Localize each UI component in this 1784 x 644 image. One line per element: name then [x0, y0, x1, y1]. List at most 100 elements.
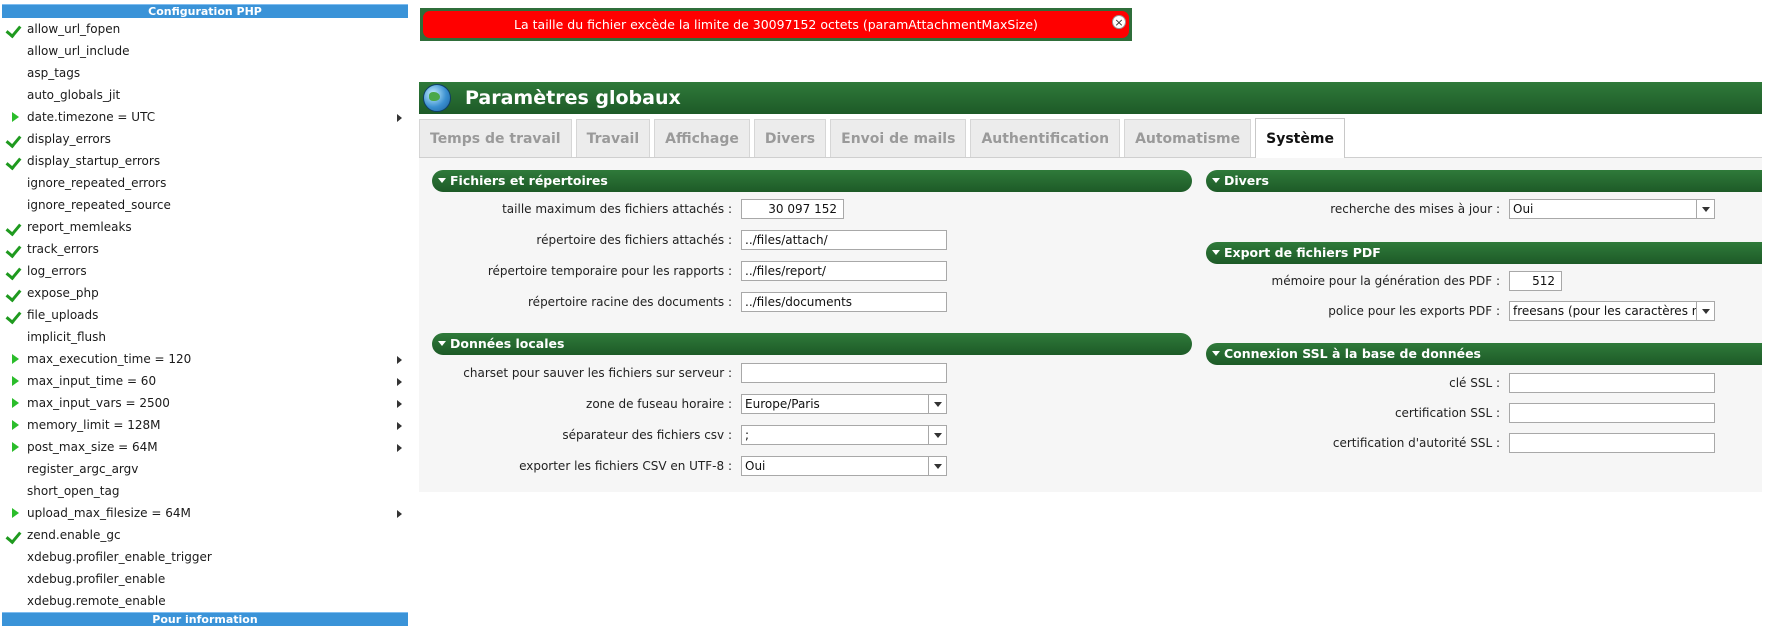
submenu-arrow-icon[interactable] — [397, 378, 402, 386]
php-setting-label: max_input_time = 60 — [27, 374, 157, 388]
attach-dir-field[interactable]: ../files/attach/ — [741, 230, 947, 250]
submenu-arrow-icon[interactable] — [397, 114, 402, 122]
tab-5[interactable]: Envoi de mails — [830, 119, 967, 157]
csv-utf8-value: Oui — [745, 459, 766, 473]
check-icon — [4, 282, 24, 304]
play-icon — [4, 436, 24, 458]
updates-label: recherche des mises à jour : — [1330, 202, 1500, 216]
tab-6[interactable]: Authentification — [970, 119, 1121, 157]
php-setting-label: xdebug.profiler_enable_trigger — [27, 550, 212, 564]
php-setting-item[interactable]: post_max_size = 64M — [2, 436, 408, 458]
php-setting-item[interactable]: upload_max_filesize = 64M — [2, 502, 408, 524]
collapse-arrow-icon — [438, 178, 446, 183]
php-setting-item: xdebug.remote_enable — [2, 590, 408, 612]
php-setting-item: register_argc_argv — [2, 458, 408, 480]
php-setting-item: log_errors — [2, 260, 408, 282]
collapse-arrow-icon — [1212, 250, 1220, 255]
php-setting-item: zend.enable_gc — [2, 524, 408, 546]
php-setting-label: xdebug.remote_enable — [27, 594, 166, 608]
section-files-header[interactable]: Fichiers et répertoires — [432, 170, 1192, 192]
pdf-memory-row: mémoire pour la génération des PDF : — [419, 271, 1501, 291]
ssl-cert-field[interactable] — [1509, 403, 1715, 423]
attach-dir-label: répertoire des fichiers attachés : — [536, 233, 732, 247]
no-marker — [4, 40, 24, 62]
php-setting-item[interactable]: max_input_time = 60 — [2, 370, 408, 392]
chevron-down-icon[interactable] — [1696, 302, 1714, 320]
submenu-arrow-icon[interactable] — [397, 510, 402, 518]
check-icon — [4, 216, 24, 238]
no-marker — [4, 326, 24, 348]
page-title: Paramètres globaux — [465, 87, 681, 109]
page-title-bar: Paramètres globaux — [419, 82, 1762, 114]
php-info-footer: Pour information — [2, 612, 408, 626]
php-setting-item: auto_globals_jit — [2, 84, 408, 106]
updates-select[interactable]: Oui — [1509, 199, 1715, 219]
play-icon — [4, 348, 24, 370]
ssl-ca-label: certification d'autorité SSL : — [1332, 436, 1500, 450]
no-marker — [4, 84, 24, 106]
collapse-arrow-icon — [1212, 351, 1220, 356]
check-icon — [4, 304, 24, 326]
ssl-key-row: clé SSL : — [419, 373, 1500, 393]
php-setting-label: display_startup_errors — [27, 154, 161, 168]
tab-8[interactable]: Système — [1255, 118, 1345, 158]
tab-7[interactable]: Automatisme — [1124, 119, 1252, 157]
no-marker — [4, 194, 24, 216]
php-setting-label: allow_url_include — [27, 44, 130, 58]
submenu-arrow-icon[interactable] — [397, 444, 402, 452]
close-icon[interactable]: × — [1112, 15, 1126, 29]
section-local-header[interactable]: Données locales — [432, 333, 1192, 355]
php-setting-label: report_memleaks — [27, 220, 132, 234]
section-pdf-header[interactable]: Export de fichiers PDF — [1206, 242, 1762, 264]
globe-icon — [423, 84, 451, 112]
php-setting-label: register_argc_argv — [27, 462, 139, 476]
php-setting-item[interactable]: memory_limit = 128M — [2, 414, 408, 436]
php-setting-label: post_max_size = 64M — [27, 440, 158, 454]
error-banner: La taille du fichier excède la limite de… — [420, 8, 1132, 41]
php-setting-label: expose_php — [27, 286, 99, 300]
php-setting-item: ignore_repeated_errors — [2, 172, 408, 194]
play-icon — [4, 392, 24, 414]
check-icon — [4, 150, 24, 172]
php-setting-label: auto_globals_jit — [27, 88, 121, 102]
submenu-arrow-icon[interactable] — [397, 400, 402, 408]
php-setting-label: zend.enable_gc — [27, 528, 121, 542]
tab-1[interactable]: Temps de travail — [419, 119, 572, 157]
error-message: La taille du fichier excède la limite de… — [514, 17, 1038, 32]
ssl-cert-label: certification SSL : — [1394, 406, 1500, 420]
ssl-key-field[interactable] — [1509, 373, 1715, 393]
php-setting-label: max_execution_time = 120 — [27, 352, 192, 366]
play-icon — [4, 106, 24, 128]
php-setting-label: short_open_tag — [27, 484, 120, 498]
check-icon — [4, 128, 24, 150]
collapse-arrow-icon — [438, 341, 446, 346]
attach-dir-row: répertoire des fichiers attachés : — [419, 230, 732, 250]
error-message-box: La taille du fichier excède la limite de… — [423, 11, 1129, 38]
no-marker — [4, 458, 24, 480]
system-tab-content: Fichiers et répertoires taille maximum d… — [419, 158, 1762, 492]
pdf-memory-field[interactable]: 512 — [1509, 271, 1562, 291]
no-marker — [4, 480, 24, 502]
ssl-ca-field[interactable] — [1509, 433, 1715, 453]
php-setting-item[interactable]: max_execution_time = 120 — [2, 348, 408, 370]
tab-3[interactable]: Affichage — [654, 119, 750, 157]
php-setting-item: implicit_flush — [2, 326, 408, 348]
csv-utf8-select[interactable]: Oui — [741, 456, 947, 476]
section-misc-header[interactable]: Divers — [1206, 170, 1762, 192]
tab-bar: Temps de travail Travail Affichage Divers En… — [419, 118, 1762, 158]
php-setting-label: ignore_repeated_errors — [27, 176, 167, 190]
php-setting-item[interactable]: max_input_vars = 2500 — [2, 392, 408, 414]
play-icon — [4, 414, 24, 436]
php-setting-item[interactable]: date.timezone = UTC — [2, 106, 408, 128]
php-setting-label: xdebug.profiler_enable — [27, 572, 166, 586]
chevron-down-icon[interactable] — [1696, 200, 1714, 218]
php-setting-item: xdebug.profiler_enable — [2, 568, 408, 590]
pdf-font-label: police pour les exports PDF : — [1328, 304, 1500, 318]
chevron-down-icon[interactable] — [928, 457, 946, 475]
section-ssl-header[interactable]: Connexion SSL à la base de données — [1206, 343, 1762, 365]
pdf-font-select[interactable]: freesans (pour les caractères non latins… — [1509, 301, 1715, 321]
submenu-arrow-icon[interactable] — [397, 356, 402, 364]
tab-2[interactable]: Travail — [575, 119, 651, 157]
tab-4[interactable]: Divers — [753, 119, 827, 157]
submenu-arrow-icon[interactable] — [397, 422, 402, 430]
